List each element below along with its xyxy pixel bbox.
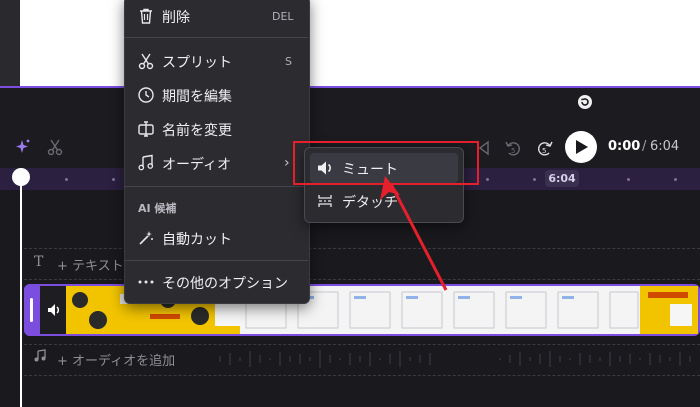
play-button[interactable] xyxy=(565,131,597,163)
clip-end-thumbnail xyxy=(640,286,698,334)
trim-handle-grip xyxy=(30,298,33,322)
menu-item-rename-label: 名前を変更 xyxy=(162,123,232,139)
audio-waveform-placeholder xyxy=(219,350,691,368)
trash-icon xyxy=(140,8,152,24)
menu-divider xyxy=(124,186,308,187)
sparkle-icon[interactable] xyxy=(14,138,32,156)
ruler-tick xyxy=(112,178,115,181)
menu-divider xyxy=(124,37,308,38)
split-shortcut: S xyxy=(285,55,292,68)
menu-divider xyxy=(124,260,308,261)
clock-icon xyxy=(138,87,154,103)
detach-icon xyxy=(318,195,332,207)
time-separator: / xyxy=(642,139,647,154)
refresh-icon[interactable] xyxy=(577,94,593,110)
menu-item-split-label: スプリット xyxy=(162,55,232,71)
playhead-line[interactable] xyxy=(20,180,22,407)
svg-text:5: 5 xyxy=(542,147,546,155)
playhead-handle[interactable] xyxy=(12,168,30,186)
ruler-tick xyxy=(65,178,68,181)
menu-item-edit-duration-label: 期間を編集 xyxy=(162,89,232,105)
ruler-tick xyxy=(627,178,630,181)
end-time-marker: 6:04 xyxy=(545,170,579,187)
scissors-icon xyxy=(138,53,154,70)
menu-item-more-options-label: その他のオプション xyxy=(162,276,288,292)
svg-text:5: 5 xyxy=(511,147,515,155)
magic-wand-icon xyxy=(139,231,153,245)
music-note-icon xyxy=(34,349,46,362)
canvas-footer xyxy=(0,88,700,128)
ellipsis-icon xyxy=(138,280,154,284)
rewind-5-icon[interactable]: 5 xyxy=(504,139,522,157)
highlight-box xyxy=(293,141,479,185)
video-preview xyxy=(0,0,700,86)
play-icon xyxy=(576,140,588,154)
menu-item-auto-cut-label: 自動カット xyxy=(162,232,232,248)
ruler-tick xyxy=(533,178,536,181)
rename-icon xyxy=(138,121,154,137)
add-audio-label[interactable]: + オーディオを追加 xyxy=(57,350,175,369)
menu-item-audio-label: オーディオ xyxy=(162,157,232,173)
forward-5-icon[interactable]: 5 xyxy=(536,139,554,157)
ai-suggestions-header: AI 候補 xyxy=(138,202,177,215)
music-note-icon xyxy=(138,154,154,171)
total-time: 6:04 xyxy=(650,139,680,154)
delete-shortcut: DEL xyxy=(272,10,294,23)
text-track-icon: T xyxy=(34,254,44,270)
speaker-icon[interactable] xyxy=(46,302,62,318)
ruler-tick xyxy=(674,178,677,181)
menu-item-delete-label: 削除 xyxy=(162,10,190,26)
submenu-item-detach-label: デタッチ xyxy=(342,195,398,211)
chevron-right-icon: › xyxy=(284,155,290,171)
add-text-label[interactable]: + テキスト xyxy=(57,255,124,274)
scissors-icon[interactable] xyxy=(46,138,64,156)
preview-left-edge xyxy=(0,0,20,88)
current-time: 0:00 xyxy=(608,139,641,154)
ruler-tick xyxy=(486,178,489,181)
